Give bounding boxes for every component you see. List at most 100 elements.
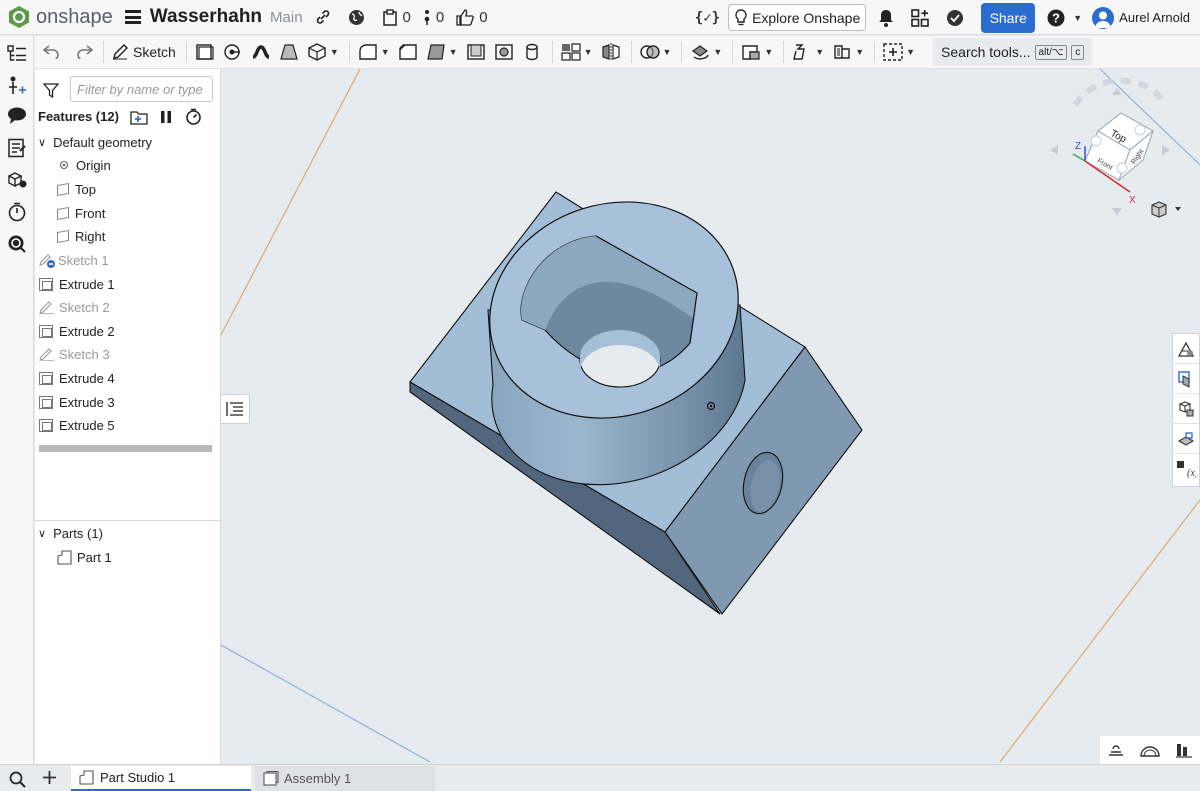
right-tool-panel: (x)	[1172, 333, 1200, 487]
feature-label: Sketch 2	[59, 299, 110, 315]
menu-icon[interactable]	[124, 10, 141, 24]
view-options-icon[interactable]	[1151, 201, 1181, 218]
feature-label: Extrude 2	[59, 323, 115, 339]
measure-variable-icon[interactable]: (x)	[1173, 454, 1199, 484]
search-tabs-icon[interactable]	[8, 770, 26, 788]
frame-tool-icon[interactable]: ▼	[832, 38, 864, 66]
default-geometry-node[interactable]: ∨ Default geometry	[38, 131, 152, 153]
tab-assembly-1[interactable]: Assembly 1	[255, 766, 435, 791]
plane-item-top[interactable]: Top	[57, 178, 96, 200]
view-cube[interactable]: Top Front Right Z X	[1050, 77, 1181, 218]
sweep-tool-icon[interactable]	[251, 38, 271, 66]
shell-tool-icon[interactable]	[466, 38, 486, 66]
rollback-bar[interactable]	[39, 445, 212, 452]
filter-icon[interactable]	[43, 82, 59, 98]
feature-toolbar: Sketch ▼ ▼ ▼ ▼ ▼ ▼ ▼ ▼ ▼ ▼ Search tools.…	[35, 36, 1200, 69]
user-menu[interactable]: Aurel Arnold	[1092, 6, 1190, 29]
rollback-timer-icon[interactable]	[185, 108, 202, 125]
plane-tool-icon[interactable]: ▼	[741, 38, 773, 66]
feature-label: Sketch 3	[59, 346, 110, 362]
mate-connector-icon[interactable]	[1173, 424, 1199, 454]
help-icon[interactable]: ? ▼	[1047, 9, 1082, 27]
sheet-metal-tool-icon[interactable]: ▼	[792, 38, 824, 66]
feature-item-sketch-3[interactable]: Sketch 3	[39, 343, 110, 365]
document-title[interactable]: Wasserhahn	[150, 6, 262, 28]
transform-tool-icon[interactable]: ▼	[690, 38, 722, 66]
feature-item-sketch-1[interactable]: Sketch 1	[39, 249, 109, 271]
add-tab-icon[interactable]	[42, 770, 57, 785]
feature-label: Sketch 1	[58, 252, 109, 268]
feature-list-icon[interactable]	[7, 44, 27, 64]
search-tools-button[interactable]: Search tools... alt/⌥ c	[933, 38, 1093, 66]
hole-tool-icon[interactable]	[522, 38, 542, 66]
sketch-button[interactable]: Sketch	[112, 38, 176, 66]
apps-grid-icon[interactable]	[911, 8, 934, 27]
link-icon[interactable]	[315, 9, 336, 25]
pause-icon[interactable]	[160, 110, 172, 124]
feature-item-extrude-3[interactable]: Extrude 3	[39, 391, 115, 413]
feature-item-extrude-5[interactable]: Extrude 5	[39, 414, 115, 436]
plane-label: Right	[75, 228, 106, 244]
revolve-tool-icon[interactable]	[223, 38, 243, 66]
extrude-tool-icon[interactable]	[195, 38, 215, 66]
draft-tool-icon[interactable]: ▼	[426, 38, 458, 66]
plane-item-front[interactable]: Front	[57, 202, 105, 224]
redo-icon[interactable]	[77, 38, 93, 66]
parts-node[interactable]: ∨ Parts (1)	[38, 522, 103, 544]
panel-divider[interactable]	[35, 520, 221, 521]
plane-item-right[interactable]: Right	[57, 225, 105, 247]
undo-icon[interactable]	[43, 38, 59, 66]
graphics-viewport[interactable]: Top Front Right Z X (x)	[221, 69, 1200, 764]
origin-item[interactable]: Origin	[59, 154, 111, 176]
toolbar-divider	[103, 41, 104, 63]
part-item[interactable]: Part 1	[57, 546, 112, 568]
feature-label: Extrude 4	[59, 370, 115, 386]
branches-counter[interactable]: 0	[423, 9, 444, 26]
share-button[interactable]: Share	[981, 2, 1036, 33]
render-mode-icon[interactable]	[1107, 743, 1125, 757]
section-view-icon[interactable]	[1173, 364, 1199, 394]
plane-edge-line	[221, 644, 431, 763]
named-views-icon[interactable]	[1175, 742, 1193, 758]
loft-tool-icon[interactable]	[279, 38, 299, 66]
analysis-search-icon[interactable]	[7, 234, 27, 254]
boolean-tool-icon[interactable]: ▼	[639, 38, 671, 66]
feature-item-extrude-2[interactable]: Extrude 2	[39, 320, 115, 342]
model-canvas[interactable]: Top Front Right Z X	[221, 69, 1200, 764]
onshape-logo[interactable]: onshape	[8, 5, 113, 29]
feature-item-extrude-1[interactable]: Extrude 1	[39, 273, 115, 295]
variable-table-icon[interactable]	[7, 76, 27, 96]
versions-counter[interactable]: 0	[382, 9, 411, 26]
filter-input[interactable]: Filter by name or type	[70, 76, 213, 102]
thicken-tool-icon[interactable]: ▼	[307, 38, 339, 66]
comments-icon[interactable]	[7, 106, 27, 126]
learning-center-icon[interactable]	[946, 9, 969, 27]
plane-icon	[57, 182, 69, 196]
tab-part-studio-1[interactable]: Part Studio 1	[71, 766, 251, 791]
bell-icon[interactable]	[878, 9, 899, 27]
fillet-tool-icon[interactable]: ▼	[358, 38, 390, 66]
origin-label: Origin	[76, 157, 111, 173]
shaded-view-icon[interactable]	[1140, 743, 1160, 757]
feature-item-extrude-4[interactable]: Extrude 4	[39, 367, 115, 389]
code-icon[interactable]: {✓}	[695, 10, 720, 26]
render-tools	[1100, 736, 1200, 764]
add-custom-feature-icon[interactable]: ▼	[883, 38, 915, 66]
plane-edge-line	[221, 69, 361, 336]
mirror-tool-icon[interactable]	[601, 38, 621, 66]
add-folder-icon[interactable]	[130, 109, 148, 125]
appearance-icon[interactable]	[1173, 334, 1199, 364]
exploded-view-icon[interactable]	[1173, 394, 1199, 424]
explore-onshape-button[interactable]: Explore Onshape	[728, 4, 867, 31]
history-timer-icon[interactable]	[7, 202, 27, 222]
globe-icon[interactable]	[348, 9, 370, 26]
sketch-label: Sketch	[133, 44, 176, 60]
likes-counter[interactable]: 0	[456, 9, 488, 26]
parts-config-icon[interactable]	[7, 170, 27, 190]
feature-item-sketch-2[interactable]: Sketch 2	[39, 296, 110, 318]
pattern-tool-icon[interactable]: ▼	[560, 38, 593, 66]
branch-name[interactable]: Main	[270, 9, 303, 26]
notes-icon[interactable]	[7, 138, 27, 158]
rib-tool-icon[interactable]	[494, 38, 514, 66]
chamfer-tool-icon[interactable]	[398, 38, 418, 66]
